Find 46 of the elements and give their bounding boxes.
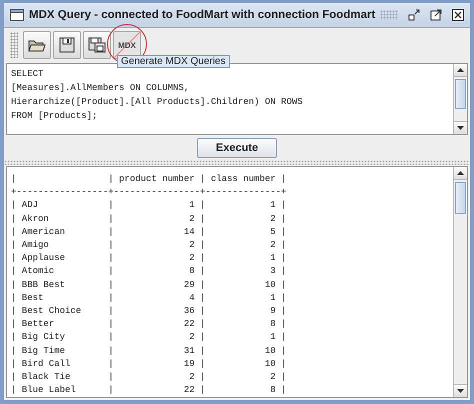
scroll-down-button[interactable]	[454, 384, 467, 397]
window-icon	[10, 9, 24, 21]
title-bar-texture	[380, 10, 398, 20]
query-line: FROM [Products];	[11, 110, 98, 123]
save-button[interactable]	[53, 31, 81, 59]
window-title: MDX Query - connected to FoodMart with connection Foodmart	[29, 9, 376, 21]
scroll-thumb[interactable]	[455, 182, 466, 214]
result-line: | Atomic | 8 | 3 |	[11, 265, 288, 278]
query-line: [Measures].AllMembers ON COLUMNS,	[11, 82, 190, 95]
result-line: | Big Time | 31 | 10 |	[11, 344, 288, 358]
scroll-thumb[interactable]	[455, 79, 466, 109]
floppy-disks-icon	[88, 37, 106, 53]
result-line: | Applause | 2 | 1 |	[11, 252, 288, 266]
result-line: | ADJ | 1 | 1 |	[11, 199, 288, 212]
execute-button[interactable]: Execute	[196, 138, 278, 158]
result-line: +-----------------+----------------+--------------+	[11, 186, 288, 200]
result-line: | Akron | 2 | 2 |	[11, 212, 288, 226]
result-line: | Best | 4 | 1 |	[11, 292, 288, 305]
scroll-down-button[interactable]	[454, 121, 467, 134]
result-line: | Blue Label | 22 | 8 |	[11, 384, 288, 397]
scroll-up-button[interactable]	[454, 64, 467, 77]
minimize-icon[interactable]	[408, 9, 420, 21]
result-line: | Best Choice | 36 | 9 |	[11, 305, 288, 318]
result-line: | Big City | 2 | 1 |	[11, 331, 288, 344]
close-icon[interactable]	[452, 9, 464, 21]
query-line: Hierarchize([Product].[All Products].Children) ON ROWS	[11, 96, 304, 109]
up-arrow-icon	[457, 171, 464, 175]
scrollbar[interactable]	[453, 167, 467, 397]
scrollbar[interactable]	[453, 64, 467, 134]
tooltip: Generate MDX Queries	[117, 55, 230, 68]
query-line: SELECT	[11, 68, 44, 81]
result-line: | Better | 22 | 8 |	[11, 318, 288, 332]
result-line: | | product number | class number |	[11, 173, 288, 186]
result-line: | Bird Call | 19 | 10 |	[11, 358, 288, 371]
result-line: | Black Tie | 2 | 2 |	[11, 371, 288, 384]
down-arrow-icon	[457, 389, 464, 393]
open-button[interactable]	[23, 31, 51, 59]
up-arrow-icon	[457, 68, 464, 72]
result-line: | BBB Best | 29 | 10 |	[11, 278, 288, 292]
toolbar-grip[interactable]	[10, 32, 18, 58]
result-line: | Amigo | 2 | 2 |	[11, 239, 288, 252]
down-arrow-icon	[457, 126, 464, 130]
maximize-icon[interactable]	[430, 9, 442, 21]
save-as-button[interactable]	[83, 31, 111, 59]
scroll-up-button[interactable]	[454, 167, 467, 180]
result-line: | American | 14 | 5 |	[11, 226, 288, 239]
